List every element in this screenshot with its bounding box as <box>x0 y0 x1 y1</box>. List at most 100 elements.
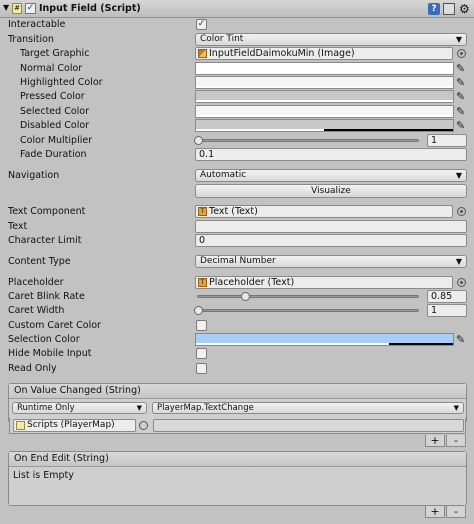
disabled-color-label: Disabled Color <box>20 120 90 131</box>
navigation-label: Navigation <box>8 170 60 181</box>
highlighted-color-label: Highlighted Color <box>20 77 103 88</box>
add-listener-button[interactable]: + <box>425 435 445 447</box>
dropdown-arrow-icon: ▼ <box>455 257 462 266</box>
dropdown-arrow-icon: ▼ <box>455 35 462 44</box>
object-picker-icon[interactable] <box>457 278 466 287</box>
eyedropper-icon[interactable]: ✎ <box>456 90 468 103</box>
hide-mobile-input-checkbox[interactable] <box>196 348 207 359</box>
caret-blink-rate-thumb[interactable] <box>240 292 250 301</box>
transition-dropdown[interactable]: Color Tint ▼ <box>195 33 467 46</box>
remove-listener-button[interactable]: - <box>446 506 466 518</box>
placeholder-value: Placeholder (Text) <box>209 277 295 288</box>
eyedropper-icon[interactable]: ✎ <box>456 76 468 89</box>
target-graphic-field[interactable]: InputFieldDaimokuMin (Image) <box>195 47 453 60</box>
hide-mobile-input-label: Hide Mobile Input <box>8 348 92 359</box>
eyedropper-icon[interactable]: ✎ <box>456 119 468 132</box>
caret-blink-rate-slider[interactable] <box>197 295 419 298</box>
alpha-bar <box>196 343 389 345</box>
event-object-value: Scripts (PlayerMap) <box>27 420 115 430</box>
target-graphic-value: InputFieldDaimokuMin (Image) <box>209 48 355 59</box>
eyedropper-icon[interactable]: ✎ <box>456 333 468 346</box>
color-multiplier-thumb[interactable] <box>194 136 203 145</box>
content-type-label: Content Type <box>8 256 71 267</box>
selected-color-swatch[interactable] <box>195 105 454 118</box>
on-end-edit-body: List is Empty <box>9 467 466 505</box>
on-end-edit-empty-text: List is Empty <box>13 470 74 481</box>
script-icon: # <box>12 3 22 14</box>
normal-color-swatch[interactable] <box>195 62 454 75</box>
navigation-dropdown[interactable]: Automatic ▼ <box>195 169 467 182</box>
disabled-color-swatch[interactable] <box>195 119 454 132</box>
pressed-color-swatch[interactable] <box>195 90 454 103</box>
caret-width-label: Caret Width <box>8 305 65 316</box>
read-only-label: Read Only <box>8 363 57 374</box>
component-header: ▼ # ✓ Input Field (Script) ? ⚙ <box>0 0 474 18</box>
selection-color-label: Selection Color <box>8 334 80 345</box>
text-icon: T <box>198 207 207 216</box>
placeholder-label: Placeholder <box>8 277 64 288</box>
selection-color-swatch[interactable] <box>195 333 454 346</box>
color-multiplier-label: Color Multiplier <box>20 135 93 146</box>
object-picker-icon[interactable] <box>139 421 148 430</box>
event-argument-field[interactable] <box>153 419 464 432</box>
text-component-field[interactable]: T Text (Text) <box>195 205 453 218</box>
placeholder-field[interactable]: T Placeholder (Text) <box>195 276 453 289</box>
color-multiplier-slider[interactable] <box>197 139 419 142</box>
highlighted-color-swatch[interactable] <box>195 76 454 89</box>
object-picker-icon[interactable] <box>457 207 466 216</box>
character-limit-field[interactable]: 0 <box>195 234 467 247</box>
interactable-checkbox[interactable]: ✓ <box>196 19 207 30</box>
navigation-value: Automatic <box>200 170 247 180</box>
on-value-changed-title: On Value Changed (String) <box>9 384 466 399</box>
transition-label: Transition <box>8 34 54 45</box>
text-label: Text <box>8 221 28 232</box>
add-listener-button[interactable]: + <box>425 506 445 518</box>
caret-blink-rate-field[interactable]: 0.85 <box>427 290 467 303</box>
function-value: PlayerMap.TextChange <box>157 403 254 413</box>
event-object-row: Scripts (PlayerMap) <box>9 418 466 434</box>
target-graphic-label: Target Graphic <box>20 48 90 59</box>
content-type-value: Decimal Number <box>200 256 276 266</box>
runtime-dropdown[interactable]: Runtime Only ▼ <box>12 402 147 414</box>
color-multiplier-field[interactable]: 1 <box>427 134 467 147</box>
read-only-checkbox[interactable] <box>196 363 207 374</box>
custom-caret-color-checkbox[interactable] <box>196 320 207 331</box>
image-icon <box>198 49 207 58</box>
fade-duration-field[interactable]: 0.1 <box>195 148 467 161</box>
caret-width-field[interactable]: 1 <box>427 304 467 317</box>
event-object-field[interactable]: Scripts (PlayerMap) <box>13 419 136 432</box>
custom-caret-color-label: Custom Caret Color <box>8 320 101 331</box>
settings-gear-icon[interactable]: ⚙ <box>459 2 470 16</box>
function-dropdown[interactable]: PlayerMap.TextChange ▼ <box>152 402 464 414</box>
component-title: Input Field (Script) <box>39 3 141 14</box>
alpha-bar-remainder <box>389 343 453 345</box>
runtime-value: Runtime Only <box>17 403 75 413</box>
preset-icon[interactable] <box>443 3 455 15</box>
selected-color-label: Selected Color <box>20 106 90 117</box>
on-value-changed-event: On Value Changed (String) Runtime Only ▼… <box>8 383 467 423</box>
help-icon[interactable]: ? <box>428 3 440 15</box>
interactable-label: Interactable <box>8 19 66 30</box>
remove-listener-button[interactable]: - <box>446 435 466 447</box>
eyedropper-icon[interactable]: ✎ <box>456 105 468 118</box>
component-enabled-checkbox[interactable]: ✓ <box>25 3 36 14</box>
content-type-dropdown[interactable]: Decimal Number ▼ <box>195 255 467 268</box>
dropdown-arrow-icon: ▼ <box>453 404 459 412</box>
caret-width-thumb[interactable] <box>194 306 203 315</box>
caret-width-slider[interactable] <box>197 309 419 312</box>
text-icon: T <box>198 278 207 287</box>
eyedropper-icon[interactable]: ✎ <box>456 62 468 75</box>
dropdown-arrow-icon: ▼ <box>136 404 142 412</box>
caret-blink-rate-label: Caret Blink Rate <box>8 291 85 302</box>
alpha-bar-remainder <box>324 129 453 131</box>
text-component-label: Text Component <box>8 206 86 217</box>
script-icon <box>16 421 25 430</box>
on-end-edit-title: On End Edit (String) <box>9 452 466 467</box>
normal-color-label: Normal Color <box>20 63 83 74</box>
text-component-value: Text (Text) <box>209 206 258 217</box>
text-field[interactable] <box>195 220 467 233</box>
object-picker-icon[interactable] <box>457 49 466 58</box>
fade-duration-label: Fade Duration <box>20 149 87 160</box>
foldout-arrow-icon[interactable]: ▼ <box>3 3 9 12</box>
visualize-button[interactable]: Visualize <box>195 184 467 198</box>
